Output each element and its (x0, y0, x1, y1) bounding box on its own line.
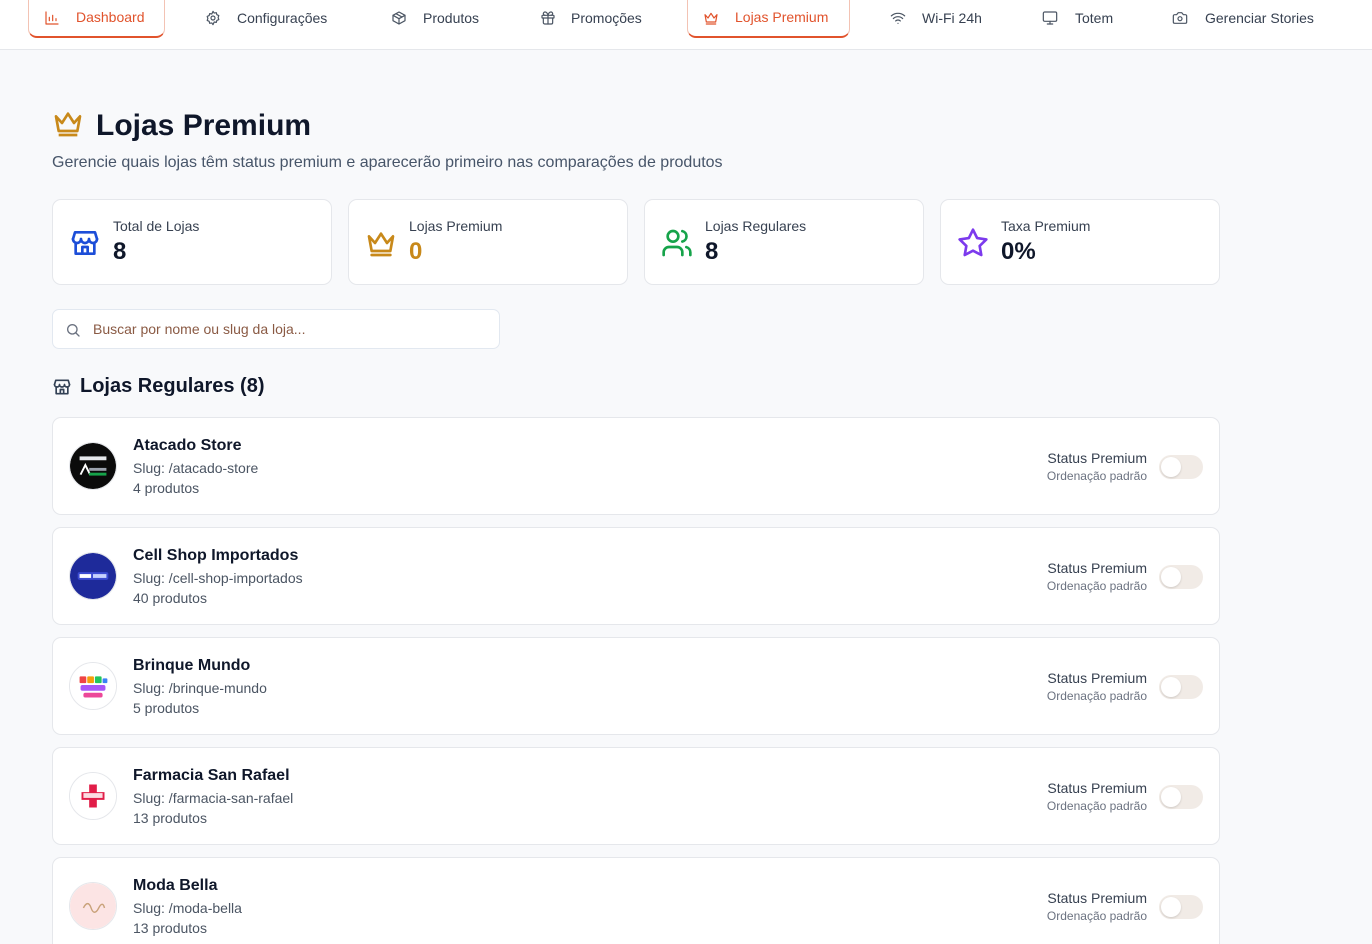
status-sublabel: Ordenação padrão (1046, 469, 1147, 483)
premium-toggle[interactable] (1159, 675, 1203, 699)
store-icon (53, 379, 71, 394)
top-navigation: Dashboard Configurações Produtos Promoçõ… (0, 0, 1372, 50)
users-icon (661, 227, 693, 264)
store-slug: Slug: /moda-bella (133, 900, 242, 916)
store-slug: Slug: /atacado-store (133, 460, 259, 476)
store-logo (69, 772, 117, 820)
store-logo (69, 442, 117, 490)
toggle-knob (1161, 677, 1181, 697)
tab-lojas-premium[interactable]: Lojas Premium (687, 0, 850, 38)
store-name: Brinque Mundo (133, 657, 251, 674)
tab-wifi[interactable]: Wi-Fi 24h (882, 0, 997, 38)
page-subtitle: Gerencie quais lojas têm status premium … (52, 154, 723, 171)
store-product-count: 13 produtos (133, 920, 207, 936)
page-title: Lojas Premium (96, 108, 312, 142)
store-logo (69, 882, 117, 930)
crown-icon (52, 107, 84, 144)
gift-icon (540, 10, 556, 29)
toggle-knob (1161, 567, 1181, 587)
monitor-icon (1042, 10, 1058, 29)
stat-label: Lojas Regulares (705, 218, 807, 234)
page-header: Lojas Premium (52, 107, 311, 144)
wifi-icon (890, 10, 906, 29)
store-name: Moda Bella (133, 877, 218, 894)
stat-card-premium: Lojas Premium 0 (348, 199, 628, 285)
store-name: Farmacia San Rafael (133, 767, 290, 784)
status-label: Status Premium (1047, 450, 1147, 466)
store-product-count: 13 produtos (133, 810, 207, 826)
tab-totem[interactable]: Totem (1034, 0, 1129, 38)
search-input[interactable] (93, 310, 493, 348)
stat-card-regular: Lojas Regulares 8 (644, 199, 924, 285)
store-slug: Slug: /farmacia-san-rafael (133, 790, 294, 806)
tab-label: Dashboard (76, 9, 145, 25)
crown-icon (365, 227, 397, 264)
premium-toggle[interactable] (1159, 785, 1203, 809)
store-card: Moda Bella Slug: /moda-bella 13 produtos… (52, 857, 1220, 944)
status-label: Status Premium (1047, 780, 1147, 796)
stat-card-rate: Taxa Premium 0% (940, 199, 1220, 285)
store-product-count: 4 produtos (133, 480, 200, 496)
store-card: Farmacia San Rafael Slug: /farmacia-san-… (52, 747, 1220, 845)
status-label: Status Premium (1047, 560, 1147, 576)
store-card: Cell Shop Importados Slug: /cell-shop-im… (52, 527, 1220, 625)
store-card: Atacado Store Slug: /atacado-store 4 pro… (52, 417, 1220, 515)
tab-label: Configurações (237, 10, 328, 26)
status-label: Status Premium (1047, 670, 1147, 686)
premium-toggle[interactable] (1159, 895, 1203, 919)
premium-toggle[interactable] (1159, 565, 1203, 589)
stat-card-total: Total de Lojas 8 (52, 199, 332, 285)
toggle-knob (1161, 897, 1181, 917)
stat-value: 0% (1001, 238, 1036, 265)
tab-configuracoes[interactable]: Configurações (196, 0, 346, 38)
package-icon (391, 10, 407, 29)
search-icon (67, 324, 80, 337)
search-box (52, 309, 500, 349)
store-slug: Slug: /brinque-mundo (133, 680, 267, 696)
store-card: Brinque Mundo Slug: /brinque-mundo 5 pro… (52, 637, 1220, 735)
gear-icon (205, 10, 221, 29)
store-logo (69, 662, 117, 710)
camera-icon (1172, 10, 1188, 29)
tab-label: Produtos (423, 10, 480, 26)
stat-value: 8 (705, 238, 719, 265)
store-slug: Slug: /cell-shop-importados (133, 570, 303, 586)
section-title: Lojas Regulares (8) (80, 375, 265, 397)
bar-chart-icon (44, 10, 60, 29)
stat-label: Lojas Premium (409, 218, 503, 234)
tab-label: Totem (1075, 10, 1114, 26)
status-sublabel: Ordenação padrão (1046, 909, 1147, 923)
store-name: Cell Shop Importados (133, 547, 299, 564)
tab-produtos[interactable]: Produtos (383, 0, 493, 38)
section-header: Lojas Regulares (8) (52, 375, 265, 398)
stat-value: 8 (113, 238, 127, 265)
stat-label: Total de Lojas (113, 218, 200, 234)
tab-label: Gerenciar Stories (1205, 10, 1314, 26)
status-label: Status Premium (1047, 890, 1147, 906)
store-product-count: 5 produtos (133, 700, 200, 716)
tab-promocoes[interactable]: Promoções (532, 0, 657, 38)
toggle-knob (1161, 457, 1181, 477)
crown-icon (703, 10, 719, 29)
star-icon (957, 227, 989, 264)
tab-label: Promoções (571, 10, 642, 26)
tab-dashboard[interactable]: Dashboard (28, 0, 165, 38)
tab-label: Wi-Fi 24h (922, 10, 982, 26)
tab-label: Lojas Premium (735, 9, 829, 25)
premium-toggle[interactable] (1159, 455, 1203, 479)
store-name: Atacado Store (133, 437, 242, 454)
stat-label: Taxa Premium (1001, 218, 1091, 234)
status-sublabel: Ordenação padrão (1046, 799, 1147, 813)
store-logo (69, 552, 117, 600)
store-icon (69, 227, 101, 264)
tab-gerenciar-stories[interactable]: Gerenciar Stories (1164, 0, 1334, 38)
status-sublabel: Ordenação padrão (1046, 579, 1147, 593)
status-sublabel: Ordenação padrão (1046, 689, 1147, 703)
stat-value: 0 (409, 238, 423, 265)
toggle-knob (1161, 787, 1181, 807)
store-product-count: 40 produtos (133, 590, 207, 606)
